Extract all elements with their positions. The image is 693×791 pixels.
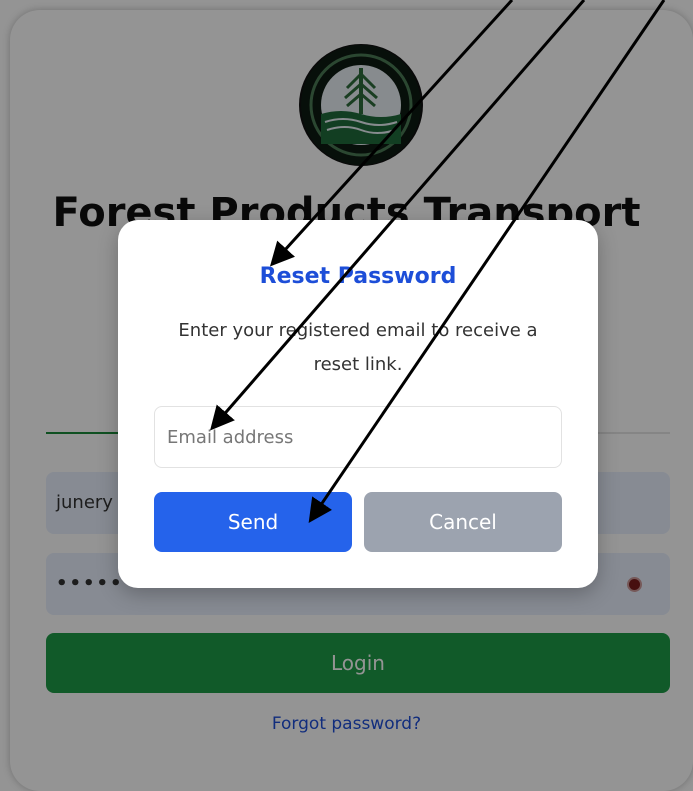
send-button[interactable]: Send bbox=[154, 492, 352, 552]
cancel-button[interactable]: Cancel bbox=[364, 492, 562, 552]
reset-password-dialog: Reset Password Enter your registered ema… bbox=[118, 220, 598, 588]
dialog-message: Enter your registered email to receive a… bbox=[178, 320, 538, 375]
screen: Forest Products Transport junery •••••••… bbox=[0, 0, 693, 791]
dialog-title: Reset Password bbox=[259, 264, 457, 289]
email-input[interactable] bbox=[154, 406, 562, 468]
